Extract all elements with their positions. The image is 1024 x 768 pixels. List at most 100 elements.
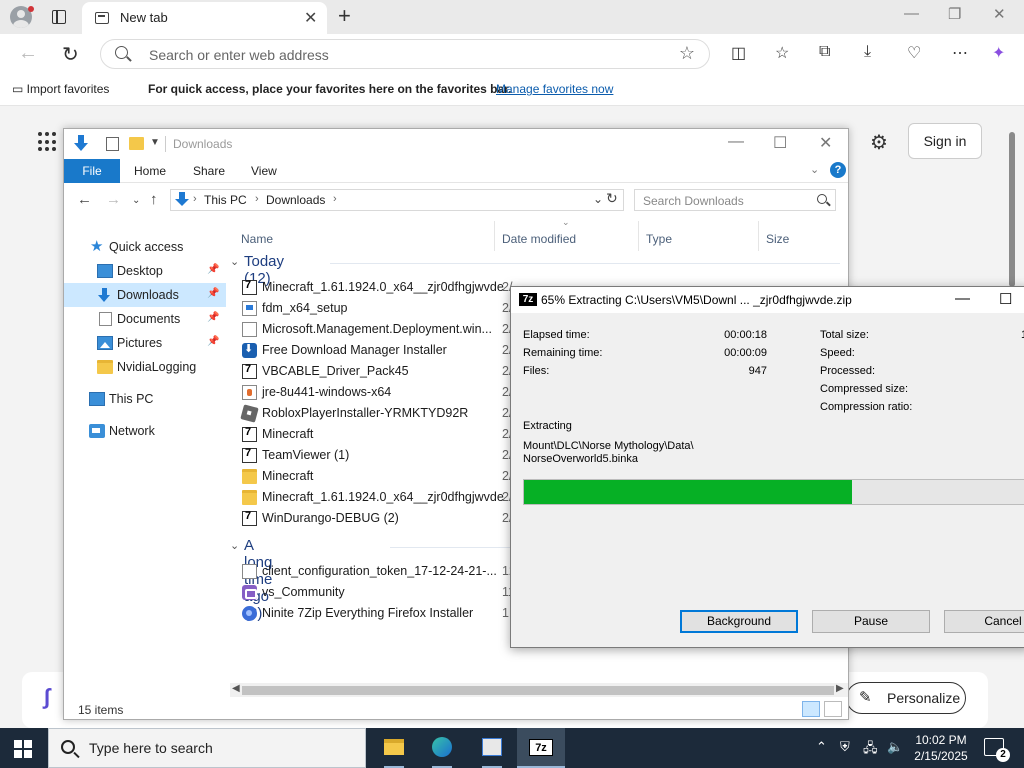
downloads-icon[interactable]: ⤓ <box>864 43 871 61</box>
split-screen-icon[interactable]: ◫ <box>731 43 746 63</box>
sidebar-item-downloads[interactable]: Downloads 📌 <box>64 283 226 307</box>
column-header-size[interactable]: Size <box>766 232 789 246</box>
taskbar-app[interactable] <box>468 728 516 768</box>
folder-icon <box>242 469 257 484</box>
favorite-star-icon[interactable]: ☆ <box>679 43 695 64</box>
search-icon <box>817 194 827 204</box>
explorer-maximize-icon[interactable]: ☐ <box>773 133 787 153</box>
sign-in-button[interactable]: Sign in <box>908 123 982 159</box>
compression-ratio-label: Compression ratio: <box>820 401 913 413</box>
refresh-button[interactable]: ↻ <box>62 42 79 67</box>
search-icon <box>115 46 128 59</box>
collections-icon[interactable]: ⧉ <box>819 43 830 61</box>
sidebar-item-pictures[interactable]: Pictures 📌 <box>64 331 226 355</box>
manage-favorites-link[interactable]: Manage favorites now <box>496 82 613 96</box>
tab-file[interactable]: File <box>64 159 120 183</box>
column-header-date-modified[interactable]: Date modified <box>502 232 576 246</box>
pause-button[interactable]: Pause <box>812 610 930 633</box>
customize-toolbar-icon[interactable]: ▼ <box>150 137 160 148</box>
back-button[interactable]: ← <box>18 42 38 65</box>
file-name: Ninite 7Zip Everything Firefox Installer <box>262 606 474 620</box>
browser-tab-new-tab[interactable]: New tab ✕ <box>82 2 327 34</box>
import-icon: ▭ <box>12 82 27 96</box>
sidebar-item-this-pc[interactable]: This PC <box>64 387 226 411</box>
explorer-forward-icon[interactable]: → <box>106 191 121 208</box>
address-dropdown-icon[interactable]: ⌄ <box>593 192 603 206</box>
background-button[interactable]: Background <box>680 610 798 633</box>
tab-view[interactable]: View <box>251 164 277 178</box>
horizontal-scrollbar[interactable]: ◀ ▶ <box>230 683 848 697</box>
help-icon[interactable]: ? <box>830 162 846 178</box>
explorer-close-icon[interactable]: ✕ <box>819 133 832 153</box>
import-favorites-button[interactable]: ▭ Import favorites <box>12 82 109 96</box>
sidebar-item-network[interactable]: Network <box>64 419 226 443</box>
explorer-refresh-icon[interactable]: ↻ <box>606 190 618 207</box>
tab-home[interactable]: Home <box>134 164 166 178</box>
taskbar-search-box[interactable]: Type here to search <box>48 728 366 768</box>
explorer-back-icon[interactable]: ← <box>77 191 92 208</box>
breadcrumb-separator: › <box>193 193 197 205</box>
tab-actions-icon[interactable] <box>52 10 66 24</box>
sidebar-item-nvidialogging[interactable]: NvidiaLogging <box>64 355 226 379</box>
scroll-left-icon[interactable]: ◀ <box>232 683 240 694</box>
sidebar-item-label: This PC <box>109 392 154 406</box>
expand-ribbon-icon[interactable]: ⌄ <box>810 163 819 176</box>
taskbar-7zip[interactable]: 7z <box>517 728 565 768</box>
breadcrumb-downloads[interactable]: Downloads <box>266 193 325 207</box>
sidebar-item-quick-access[interactable]: Quick access <box>64 235 226 259</box>
breadcrumb[interactable]: › This PC › Downloads › ⌄ <box>170 189 624 211</box>
large-icons-view-icon[interactable] <box>824 701 842 717</box>
copilot-icon[interactable]: ✦ <box>992 43 1005 63</box>
details-view-icon[interactable] <box>802 701 820 717</box>
address-bar[interactable]: Search or enter web address ☆ <box>100 39 710 69</box>
browser-essentials-icon[interactable]: ♡ <box>907 43 921 63</box>
taskbar-file-explorer[interactable] <box>370 728 418 768</box>
show-hidden-icons-chevron-up-icon[interactable]: ⌃ <box>816 739 827 755</box>
search-downloads-input[interactable]: Search Downloads <box>634 189 836 211</box>
cancel-button[interactable]: Cancel <box>944 610 1024 633</box>
7zip-minimize-icon[interactable]: — <box>955 290 970 307</box>
network-tray-icon[interactable]: 🖧 <box>863 739 878 761</box>
file-name: Free Download Manager Installer <box>262 343 447 357</box>
new-folder-icon[interactable] <box>129 137 144 150</box>
scrollbar-thumb[interactable] <box>242 686 834 695</box>
7zip-maximize-icon[interactable]: ☐ <box>999 290 1012 308</box>
more-options-icon[interactable]: ⋯ <box>952 43 968 63</box>
personalize-button[interactable]: ✎ Personalize <box>846 682 966 714</box>
taskbar-clock[interactable]: 10:02 PM 2/15/2025 <box>912 732 970 764</box>
free-download-manager-icon <box>242 342 257 358</box>
volume-icon[interactable]: 🔈 <box>887 739 903 755</box>
sidebar-item-desktop[interactable]: Desktop 📌 <box>64 259 226 283</box>
column-header-name[interactable]: Name <box>241 232 273 246</box>
new-tab-button[interactable]: + <box>338 3 351 29</box>
minimize-icon[interactable]: — <box>904 5 919 22</box>
status-bar: 15 items <box>64 699 848 719</box>
taskbar-search-placeholder: Type here to search <box>89 740 213 756</box>
tab-share[interactable]: Share <box>193 164 225 178</box>
browser-toolbar: ← ↻ Search or enter web address ☆ ◫ ☆ ⧉ … <box>0 34 1024 74</box>
document-icon <box>242 564 257 579</box>
file-name: Minecraft_1.61.1924.0_x64__zjr0dfhgjwvde <box>262 490 504 504</box>
breadcrumb-this-pc[interactable]: This PC <box>204 193 247 207</box>
close-tab-icon[interactable]: ✕ <box>304 8 317 28</box>
column-header-type[interactable]: Type <box>646 232 672 246</box>
elapsed-time-value: 00:00:18 <box>724 329 767 341</box>
properties-icon[interactable] <box>106 137 119 151</box>
taskbar-edge[interactable] <box>418 728 466 768</box>
sidebar-item-documents[interactable]: Documents 📌 <box>64 307 226 331</box>
sidebar-item-label: Pictures <box>117 336 163 350</box>
favorites-icon[interactable]: ☆ <box>775 43 789 63</box>
up-one-level-icon[interactable]: ↑ <box>150 191 158 208</box>
personalize-label: Personalize <box>887 690 961 706</box>
explorer-minimize-icon[interactable]: — <box>728 133 744 151</box>
close-window-icon[interactable]: ✕ <box>993 5 1006 23</box>
apps-launcher-icon[interactable] <box>38 132 58 152</box>
start-button-windows-icon[interactable] <box>14 740 32 758</box>
restore-icon[interactable]: ❐ <box>948 5 961 23</box>
security-icon[interactable]: ⛨ <box>840 739 850 755</box>
breadcrumb-separator: › <box>333 193 337 205</box>
page-settings-gear-icon[interactable]: ⚙ <box>870 130 888 155</box>
scroll-right-icon[interactable]: ▶ <box>836 683 844 694</box>
sidebar-item-label: Desktop <box>117 264 163 278</box>
recent-locations-icon[interactable]: ⌄ <box>132 195 140 206</box>
